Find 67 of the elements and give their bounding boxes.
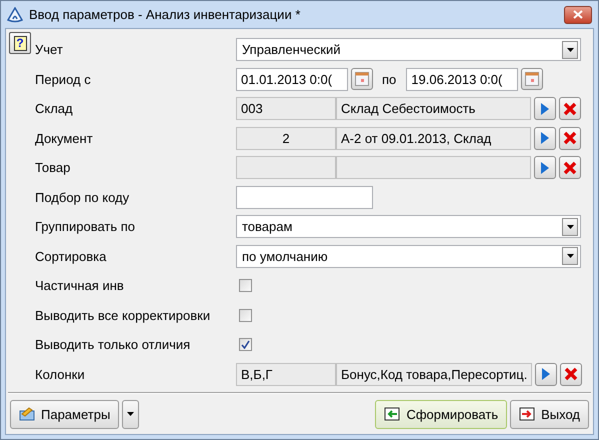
help-button[interactable]: ? bbox=[9, 32, 31, 54]
app-icon bbox=[7, 6, 23, 22]
field-label: Группировать по bbox=[35, 219, 136, 234]
clear-button[interactable] bbox=[559, 126, 581, 150]
field-label: Подбор по коду bbox=[35, 190, 130, 205]
name-field: Бонус,Код товара,Пересортиц. bbox=[336, 362, 532, 386]
checkbox[interactable] bbox=[239, 308, 252, 322]
exit-icon bbox=[519, 407, 536, 421]
play-icon bbox=[541, 162, 549, 174]
dropdown-button[interactable] bbox=[562, 247, 578, 266]
dropdown-button[interactable] bbox=[562, 40, 578, 59]
field-label: Документ bbox=[35, 130, 94, 146]
field-label: Колонки bbox=[35, 366, 86, 382]
dropdown-icon bbox=[566, 254, 574, 258]
window-title: Ввод параметров - Анализ инвентаризации * bbox=[29, 7, 302, 22]
clear-button[interactable] bbox=[560, 362, 582, 386]
date-field[interactable]: 19.06.2013 0:0( bbox=[406, 68, 518, 91]
close-icon bbox=[573, 10, 583, 19]
field-label: Частичная инв bbox=[35, 278, 125, 294]
field-label: Товар bbox=[35, 160, 72, 176]
checkbox[interactable] bbox=[239, 338, 252, 352]
code-field: 2 bbox=[236, 126, 336, 150]
dropdown-button[interactable] bbox=[562, 218, 578, 236]
close-button[interactable] bbox=[564, 6, 592, 24]
code-field: 003 bbox=[236, 97, 336, 120]
calendar-button[interactable] bbox=[351, 68, 373, 90]
select-button[interactable] bbox=[534, 156, 556, 180]
field-label: Выводить только отличия bbox=[35, 337, 192, 352]
date-field[interactable]: 01.01.2013 0:0( bbox=[236, 68, 348, 91]
folder-icon bbox=[19, 407, 35, 421]
dropdown-field[interactable]: товарам bbox=[236, 215, 581, 238]
field-label: Выводить все корректировки bbox=[35, 308, 212, 323]
close-icon bbox=[563, 160, 577, 175]
field-label: Период с bbox=[35, 72, 92, 87]
field-label: Сортировка bbox=[35, 248, 108, 264]
select-button[interactable] bbox=[534, 126, 556, 150]
close-icon bbox=[563, 102, 577, 116]
field-label: Склад bbox=[35, 101, 74, 116]
play-icon bbox=[541, 132, 549, 144]
calendar-icon bbox=[355, 72, 369, 86]
calendar-button[interactable] bbox=[521, 68, 544, 90]
select-button[interactable] bbox=[535, 362, 558, 386]
name-field: Склад Себестоимость bbox=[336, 97, 531, 120]
clear-button[interactable] bbox=[559, 156, 581, 180]
field-label: Учет bbox=[35, 42, 64, 58]
code-field: В,Б,Г bbox=[236, 362, 336, 386]
clear-button[interactable] bbox=[559, 97, 581, 120]
exit-button[interactable]: Выход bbox=[510, 400, 589, 428]
input-field[interactable] bbox=[236, 186, 373, 209]
select-button[interactable] bbox=[534, 97, 556, 120]
dropdown-button[interactable] bbox=[122, 400, 140, 428]
play-icon bbox=[542, 368, 550, 380]
range-label: по bbox=[381, 72, 398, 87]
dropdown-field[interactable]: Управленческий bbox=[236, 38, 581, 62]
dropdown-icon bbox=[566, 48, 574, 52]
close-icon bbox=[563, 131, 577, 146]
dropdown-icon bbox=[566, 224, 574, 229]
close-icon bbox=[564, 367, 578, 382]
generate-button[interactable]: Сформировать bbox=[375, 400, 508, 428]
dropdown-icon bbox=[127, 412, 134, 416]
enter-icon bbox=[384, 407, 400, 421]
parameters-button[interactable]: Параметры bbox=[10, 400, 120, 428]
checkbox[interactable] bbox=[239, 279, 252, 292]
dropdown-field[interactable]: по умолчанию bbox=[236, 244, 581, 268]
name-field: А-2 от 09.01.2013, Склад bbox=[336, 126, 531, 150]
calendar-icon bbox=[525, 72, 540, 86]
play-icon bbox=[541, 102, 549, 115]
